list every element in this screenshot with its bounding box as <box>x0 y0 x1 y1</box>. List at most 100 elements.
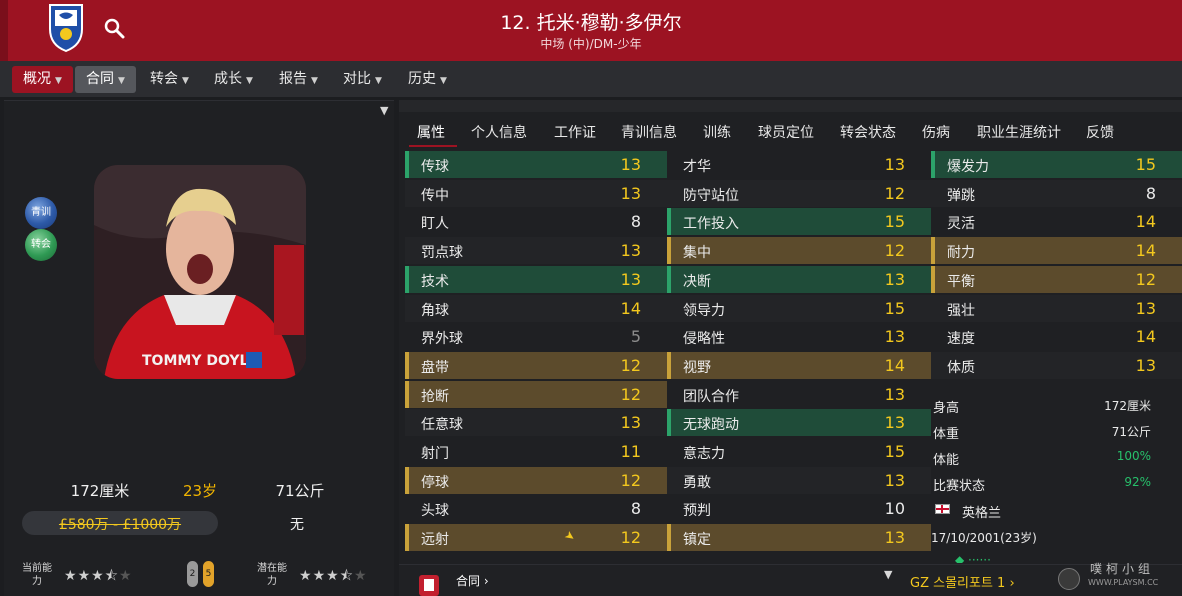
chevron-right-icon: › <box>1009 576 1015 591</box>
attribute-value: 13 <box>1135 298 1156 318</box>
attribute-row[interactable]: 体质 13 <box>931 351 1182 379</box>
attribute-row[interactable]: 视野 14 <box>667 351 931 379</box>
info-row: 体重 71公斤 <box>931 418 1182 444</box>
tab-attributes[interactable]: 属性 <box>417 122 445 142</box>
transfer-button[interactable]: 转会 <box>25 229 57 261</box>
tab-personal-info[interactable]: 个人信息 <box>471 122 527 142</box>
attribute-row[interactable]: 镇定 13 <box>667 524 931 552</box>
attribute-row[interactable]: 盯人 8 <box>405 208 667 236</box>
attribute-row[interactable]: 灵活 14 <box>931 208 1182 236</box>
nav-overview[interactable]: 概况 ▼ <box>12 66 73 93</box>
nav-transfer[interactable]: 转会 ▼ <box>139 66 200 93</box>
attribute-value: 13 <box>620 413 641 433</box>
attribute-row[interactable]: 勇敢 13 <box>667 466 931 494</box>
nav-reports[interactable]: 报告 ▼ <box>268 66 329 93</box>
contract-link[interactable]: 合同 › <box>456 572 489 589</box>
star-icon: ★ <box>91 568 105 584</box>
attribute-label: 传中 <box>421 187 449 204</box>
attribute-row[interactable]: 团队合作 13 <box>667 380 931 408</box>
attribute-row[interactable]: 射门 11 <box>405 438 667 465</box>
attribute-row[interactable]: 弹跳 8 <box>931 179 1182 207</box>
nav-contract-label: 合同 <box>86 71 114 87</box>
nav-history-label: 历史 <box>408 71 436 87</box>
attribute-row[interactable]: 耐力 14 <box>931 237 1182 265</box>
attribute-label: 速度 <box>947 331 975 348</box>
attribute-label: 强壮 <box>947 302 975 319</box>
attribute-value: 14 <box>1135 241 1156 261</box>
nav-compare[interactable]: 对比 ▼ <box>332 66 393 93</box>
attribute-value: 10 <box>884 499 905 519</box>
chevron-down-icon[interactable]: ▼ <box>380 104 388 117</box>
info-label: 身高 <box>933 401 960 416</box>
watermark-logo-icon <box>1058 568 1080 590</box>
tab-training[interactable]: 训练 <box>703 122 731 142</box>
info-value: 71公斤 <box>1111 425 1151 439</box>
attribute-row[interactable]: 预判 10 <box>667 495 931 523</box>
star-icon: ★ <box>77 568 92 584</box>
attribute-row[interactable]: 速度 14 <box>931 323 1182 351</box>
attribute-label: 远射 <box>421 532 449 549</box>
attribute-row[interactable]: 传球 13 <box>405 151 667 178</box>
attribute-row[interactable]: 集中 12 <box>667 237 931 265</box>
attribute-row[interactable]: 爆发力 15 <box>931 151 1182 178</box>
player-photo-illustration: TOMMY DOYLE <box>94 165 306 379</box>
transfer-value: £580万 - £1000万 <box>58 517 182 533</box>
club-link-label: GZ 스몰리포트 1 <box>910 576 1006 591</box>
attribute-row[interactable]: 领导力 15 <box>667 294 931 322</box>
tab-player-position[interactable]: 球员定位 <box>758 122 814 142</box>
attribute-value: 8 <box>1145 183 1156 203</box>
attribute-label: 视野 <box>683 359 711 376</box>
attribute-value: 8 <box>630 212 641 232</box>
chevron-down-icon[interactable]: ▼ <box>884 568 892 581</box>
half-star-icon: ⯪ <box>104 568 119 584</box>
attribute-row[interactable]: 停球 12 <box>405 466 667 494</box>
attribute-row[interactable]: 侵略性 13 <box>667 323 931 351</box>
nationality: 英格兰 <box>962 506 1002 521</box>
attribute-row[interactable]: 界外球 5 <box>405 323 667 351</box>
tab-transfer-status[interactable]: 转会状态 <box>840 122 896 142</box>
attribute-label: 勇敢 <box>683 474 711 491</box>
attribute-row[interactable]: 任意球 13 <box>405 409 667 437</box>
club-link[interactable]: GZ 스몰리포트 1 › <box>910 572 1015 591</box>
attribute-label: 爆发力 <box>947 159 989 175</box>
star-icon: ★ <box>353 568 368 584</box>
tab-career-stats[interactable]: 职业生涯统计 <box>977 122 1061 142</box>
attribute-row[interactable]: 罚点球 13 <box>405 237 667 265</box>
attribute-row[interactable]: 工作投入 15 <box>667 208 931 236</box>
attribute-row[interactable]: 远射 ➤ 12 <box>405 524 667 552</box>
attribute-row[interactable]: 平衡 12 <box>931 265 1182 293</box>
nav-history[interactable]: 历史 ▼ <box>397 66 458 93</box>
attribute-row[interactable]: 防守站位 12 <box>667 179 931 207</box>
info-row: 比赛状态 92% <box>931 470 1182 496</box>
youth-button[interactable]: 青训 <box>25 197 57 229</box>
attribute-row[interactable]: 抢断 12 <box>405 380 667 408</box>
attribute-label: 界外球 <box>421 331 463 348</box>
tab-youth-info[interactable]: 青训信息 <box>621 122 677 142</box>
attribute-label: 侵略性 <box>683 331 725 348</box>
attribute-label: 平衡 <box>947 273 975 290</box>
cut-off-link: ◆ ······ <box>955 553 991 563</box>
attribute-value: 15 <box>884 442 905 461</box>
attribute-value: 13 <box>884 528 905 548</box>
tab-work-permit[interactable]: 工作证 <box>554 122 596 142</box>
height-value: 172厘米 <box>70 482 130 500</box>
nav-contract[interactable]: 合同 ▼ <box>75 66 136 93</box>
attribute-row[interactable]: 技术 13 <box>405 265 667 293</box>
attribute-row[interactable]: 无球跑动 13 <box>667 409 931 437</box>
attribute-row[interactable]: 才华 13 <box>667 151 931 178</box>
nav-development[interactable]: 成长 ▼ <box>203 66 264 93</box>
attribute-row[interactable]: 决断 13 <box>667 265 931 293</box>
attribute-row[interactable]: 意志力 15 <box>667 438 931 465</box>
attribute-row[interactable]: 角球 14 <box>405 294 667 322</box>
star-icon: ★ <box>326 568 340 584</box>
release-clause-value: 无 <box>290 517 304 533</box>
attribute-row[interactable]: 强壮 13 <box>931 294 1182 322</box>
tab-feedback[interactable]: 反馈 <box>1086 122 1114 142</box>
attribute-row[interactable]: 头球 8 <box>405 495 667 523</box>
attribute-value: 13 <box>884 384 905 404</box>
tab-injuries[interactable]: 伤病 <box>922 122 950 142</box>
attribute-row[interactable]: 盘带 12 <box>405 351 667 379</box>
attribute-row[interactable]: 传中 13 <box>405 179 667 207</box>
info-value: 100% <box>1116 449 1151 463</box>
photo-caption-text: TOMMY DOYLE <box>142 353 258 369</box>
